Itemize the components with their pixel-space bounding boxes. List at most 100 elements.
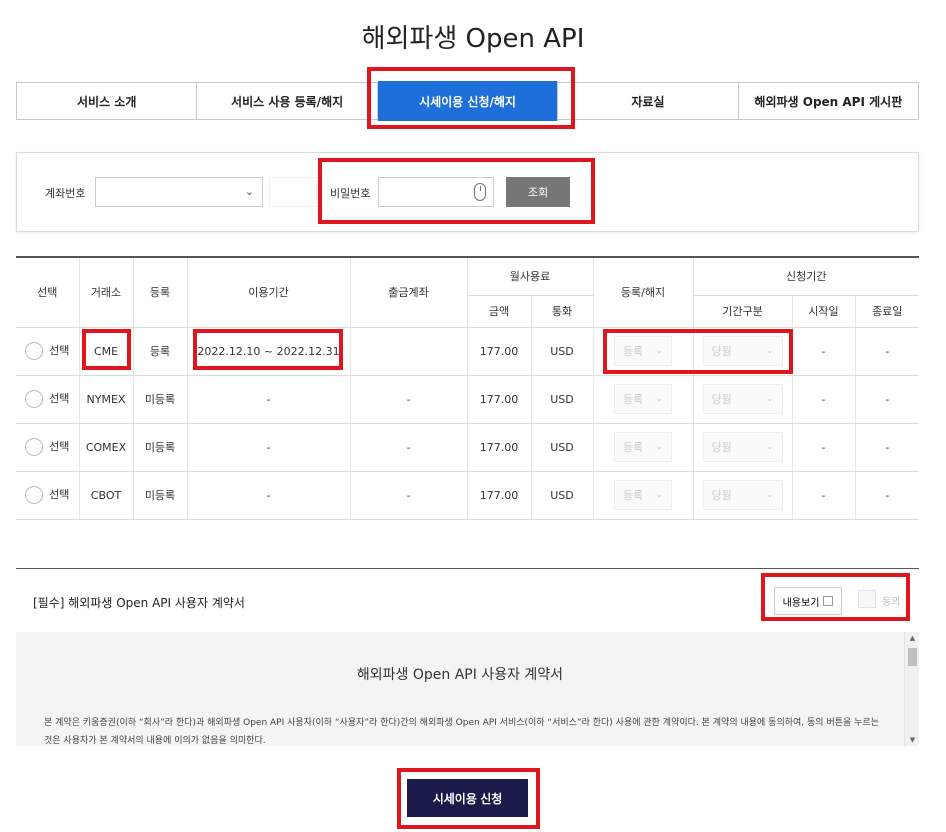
cell-reg-cancel: 등록 ⌄ <box>593 471 694 520</box>
agreement-doc-title: 해외파생 Open API 사용자 계약서 <box>356 667 564 683</box>
period-type-select[interactable]: 당월 ⌄ <box>702 384 783 414</box>
cell-account <box>350 327 468 376</box>
scrollbar[interactable]: ▲ ▼ <box>904 632 919 746</box>
tab-service-registration[interactable]: 서비스 사용 등록/해지 <box>197 83 378 119</box>
search-panel: 계좌번호 ⌄ 비밀번호 조회 <box>16 152 919 232</box>
header-monthly-fee: 월사용료 <box>467 256 594 296</box>
header-apply-period: 신청기간 <box>693 256 919 296</box>
header-period: 이용기간 <box>187 256 351 328</box>
cell-start: - <box>792 471 856 520</box>
tab-service-intro[interactable]: 서비스 소개 <box>17 83 198 119</box>
period-select-value: 당월 <box>711 441 732 454</box>
radio-button[interactable] <box>25 390 44 408</box>
period-type-select[interactable]: 당월 ⌄ <box>702 432 783 462</box>
search-button[interactable]: 조회 <box>506 177 570 207</box>
cell-exchange: COMEX <box>79 423 134 472</box>
reg-cancel-select[interactable]: 등록 ⌄ <box>614 480 672 510</box>
account-select[interactable]: ⌄ <box>95 177 263 207</box>
agree-label: 동의 <box>882 597 901 608</box>
cell-status: 미등록 <box>133 423 188 472</box>
agreement-title: [필수] 해외파생 Open API 사용자 계약서 <box>33 596 245 610</box>
scroll-thumb[interactable] <box>908 648 917 666</box>
account-label: 계좌번호 <box>45 187 86 200</box>
tab-resources[interactable]: 자료실 <box>558 83 739 119</box>
chevron-down-icon: ⌄ <box>655 442 663 452</box>
period-select-value: 당월 <box>711 393 732 406</box>
cell-exchange: CME <box>79 327 134 376</box>
reg-cancel-select[interactable]: 등록 ⌄ <box>614 432 672 462</box>
cell-period-type: 당월 ⌄ <box>693 375 793 424</box>
row-select[interactable]: 선택 <box>16 471 80 520</box>
select-label: 선택 <box>49 440 70 453</box>
tab-bar: 서비스 소개 서비스 사용 등록/해지 시세이용 신청/해지 자료실 해외파생 … <box>16 81 919 121</box>
cell-amount: 177.00 <box>467 375 532 424</box>
row-select[interactable]: 선택 <box>16 423 80 472</box>
reg-cancel-select[interactable]: 등록 ⌄ <box>614 336 672 366</box>
cell-currency: USD <box>531 471 594 520</box>
period-type-select[interactable]: 당월 ⌄ <box>702 336 783 366</box>
cell-currency: USD <box>531 327 594 376</box>
reg-select-value: 등록 <box>623 345 644 358</box>
header-registration: 등록 <box>133 256 188 328</box>
scroll-down-icon[interactable]: ▼ <box>905 736 919 744</box>
header-end-date: 종료일 <box>855 295 919 328</box>
header-withdraw-account: 출금계좌 <box>350 256 468 328</box>
radio-button[interactable] <box>25 438 44 456</box>
reg-select-value: 등록 <box>623 393 644 406</box>
account-extra-field <box>269 177 317 207</box>
cell-exchange: CBOT <box>79 471 134 520</box>
tab-board[interactable]: 해외파생 Open API 게시판 <box>739 83 918 119</box>
cell-amount: 177.00 <box>467 423 532 472</box>
view-content-button[interactable]: 내용보기 <box>774 587 842 615</box>
row-select[interactable]: 선택 <box>16 327 80 376</box>
virtual-keyboard-icon[interactable] <box>474 183 486 201</box>
cell-start: - <box>792 327 856 376</box>
period-type-select[interactable]: 당월 ⌄ <box>702 480 783 510</box>
cell-account: - <box>350 375 468 424</box>
cell-end: - <box>855 327 919 376</box>
radio-button[interactable] <box>25 486 44 504</box>
header-reg-cancel: 등록/해지 <box>593 256 694 328</box>
cell-period-type: 당월 ⌄ <box>693 423 793 472</box>
period-select-value: 당월 <box>711 345 732 358</box>
cell-reg-cancel: 등록 ⌄ <box>593 375 694 424</box>
header-currency: 통화 <box>531 295 594 328</box>
checkbox-icon <box>823 596 834 606</box>
header-exchange: 거래소 <box>79 256 134 328</box>
cell-account: - <box>350 471 468 520</box>
reg-cancel-select[interactable]: 등록 ⌄ <box>614 384 672 414</box>
apply-quote-button[interactable]: 시세이용 신청 <box>407 779 528 817</box>
radio-button[interactable] <box>25 342 44 360</box>
row-select[interactable]: 선택 <box>16 375 80 424</box>
select-label: 선택 <box>49 488 70 501</box>
cell-exchange: NYMEX <box>79 375 134 424</box>
agree-checkbox[interactable] <box>858 590 876 608</box>
agreement-doc-text: 본 계약은 키움증권(이하 “회사”라 한다)과 해외파생 Open API 사… <box>44 718 879 746</box>
agreement-content[interactable]: 해외파생 Open API 사용자 계약서 본 계약은 키움증권(이하 “회사”… <box>16 632 919 746</box>
chevron-down-icon: ⌄ <box>655 394 663 404</box>
chevron-down-icon: ⌄ <box>765 442 774 452</box>
chevron-down-icon: ⌄ <box>244 185 254 198</box>
cell-period: - <box>187 471 351 520</box>
cell-currency: USD <box>531 423 594 472</box>
cell-start: - <box>792 423 856 472</box>
quote-table: 선택 거래소 등록 이용기간 출금계좌 월사용료 등록/해지 신청기간 금액 통… <box>16 256 919 520</box>
cell-reg-cancel: 등록 ⌄ <box>593 327 694 376</box>
scroll-up-icon[interactable]: ▲ <box>905 634 919 642</box>
cell-amount: 177.00 <box>467 327 532 376</box>
cell-end: - <box>855 471 919 520</box>
tab-quote-application[interactable]: 시세이용 신청/해지 <box>377 81 559 121</box>
cell-period: - <box>187 423 351 472</box>
header-amount: 금액 <box>467 295 532 328</box>
table-row: 선택 CME 등록 2022.12.10 ~ 2022.12.31 177.00… <box>16 327 919 376</box>
view-content-label: 내용보기 <box>782 597 820 609</box>
table-row: 선택 CBOT 미등록 - - 177.00 USD 등록 ⌄ 당월 ⌄ - - <box>16 471 919 520</box>
chevron-down-icon: ⌄ <box>765 346 774 356</box>
cell-end: - <box>855 375 919 424</box>
table-row: 선택 NYMEX 미등록 - - 177.00 USD 등록 ⌄ 당월 ⌄ - - <box>16 375 919 424</box>
password-label: 비밀번호 <box>330 187 371 200</box>
cell-period: - <box>187 375 351 424</box>
header-select: 선택 <box>16 256 80 328</box>
chevron-down-icon: ⌄ <box>765 490 774 500</box>
chevron-down-icon: ⌄ <box>655 490 663 500</box>
